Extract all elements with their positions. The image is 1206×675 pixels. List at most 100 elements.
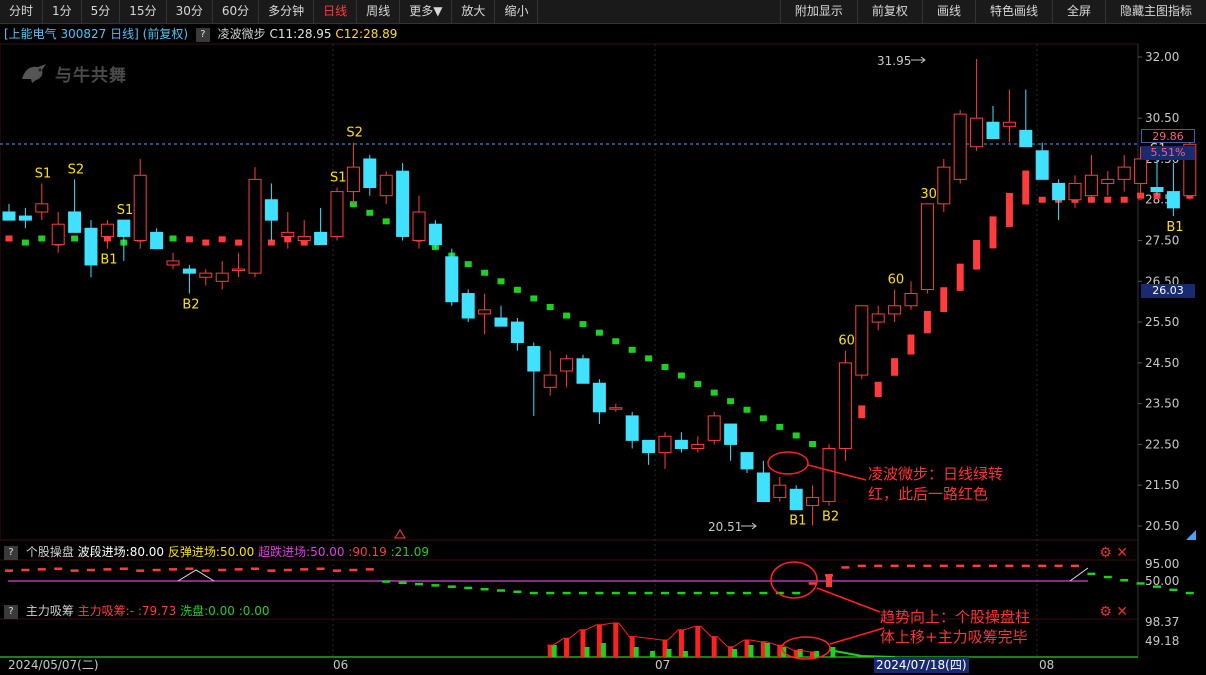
- wash-bar: [764, 643, 770, 657]
- trend-dot: [595, 329, 603, 336]
- trend-dot: [382, 218, 390, 225]
- accumulation-bar: [613, 623, 619, 657]
- wash-bar: [682, 651, 688, 657]
- operation-axis-label: 50.00: [1145, 574, 1179, 588]
- operation-panel-controls: ⚙ ✕: [1099, 546, 1128, 560]
- close-icon[interactable]: ✕: [1116, 604, 1128, 620]
- candle-body: [543, 374, 557, 388]
- candle-body: [953, 113, 967, 180]
- candle-body: [264, 199, 278, 221]
- candle-body: [756, 472, 770, 503]
- trend-dot: [874, 381, 882, 397]
- candle-body: [625, 415, 639, 441]
- signal-label: S1: [117, 203, 134, 218]
- candle-body: [1150, 187, 1164, 193]
- peak-arrow-icon: [911, 56, 926, 64]
- candle-body: [445, 256, 459, 303]
- accumulation-panel-name: 主力吸筹: [25, 604, 74, 618]
- trend-dot: [809, 441, 817, 448]
- operation-item-value2: :21.09: [390, 545, 430, 559]
- trend-dot: [907, 334, 915, 355]
- candle-body: [970, 117, 984, 148]
- operation-bar: [743, 591, 751, 595]
- trend-dot: [612, 338, 620, 345]
- trend-dot: [694, 381, 702, 388]
- trend-dot: [973, 239, 981, 270]
- operation-bar: [251, 567, 259, 570]
- trend-dot: [710, 389, 718, 396]
- peak-price-label: 31.95: [877, 54, 911, 68]
- signal-label: B1: [1166, 220, 1183, 235]
- operation-bar: [890, 564, 899, 568]
- signal-label: B2: [182, 298, 199, 313]
- trend-dot: [940, 287, 948, 313]
- candle-body: [297, 235, 311, 242]
- operation-item-value1: :90.19: [348, 545, 387, 559]
- operation-bar: [546, 591, 555, 595]
- operation-bar: [87, 568, 95, 572]
- signal-label: S1: [35, 166, 52, 181]
- candle-body: [346, 166, 360, 193]
- trend-dot: [956, 263, 964, 291]
- candle-body: [773, 484, 787, 498]
- operation-bar: [398, 581, 407, 585]
- trend-dot: [530, 295, 538, 302]
- gear-icon[interactable]: ⚙: [1099, 545, 1112, 561]
- wash-bar: [584, 647, 590, 657]
- candle-body: [478, 309, 492, 315]
- operation-bar: [316, 567, 325, 570]
- operation-bar: [923, 564, 932, 568]
- operation-bar: [365, 568, 374, 571]
- operation-bar: [529, 591, 538, 595]
- trend-dot: [235, 239, 243, 246]
- operation-bar: [333, 569, 341, 572]
- operation-bar: [70, 569, 79, 572]
- price-tick-label: 21.50: [1145, 478, 1179, 492]
- wash-bar: [732, 649, 738, 657]
- operation-bar: [480, 587, 489, 591]
- candle-body: [133, 174, 147, 242]
- candle-body: [248, 178, 262, 274]
- candle-body: [35, 203, 49, 213]
- candle-body: [592, 382, 606, 413]
- trend-dot: [563, 312, 571, 319]
- candle-body: [428, 223, 442, 246]
- candle-body: [658, 435, 672, 454]
- annotation-ellipse: [767, 451, 809, 475]
- operation-bar: [857, 564, 866, 568]
- operation-bar: [677, 591, 686, 595]
- help-icon[interactable]: ?: [4, 545, 18, 560]
- operation-bar: [497, 589, 505, 592]
- operation-bar: [136, 569, 145, 572]
- annotation-arrow: [807, 464, 867, 481]
- accumulation-item-value2: :0.00: [238, 604, 270, 618]
- operation-bar: [513, 590, 522, 594]
- operation-item-rebound: 反弹进场:50.00: [167, 545, 255, 559]
- operation-bar: [841, 566, 850, 569]
- candle-body: [871, 313, 885, 323]
- candle-body: [314, 231, 328, 246]
- trend-dot: [464, 261, 472, 268]
- operation-bar: [300, 568, 309, 571]
- candle-body: [888, 305, 902, 315]
- operation-bar: [726, 591, 735, 595]
- candle-body: [806, 496, 820, 507]
- candlestick-chart[interactable]: 32.0030.5029.5028.5027.5026.5025.5024.50…: [0, 0, 1206, 675]
- operation-bar: [1005, 564, 1014, 568]
- accumulation-item-value: :79.73: [137, 604, 177, 618]
- candle-body: [724, 423, 738, 445]
- operation-bar: [431, 584, 440, 587]
- trend-dot: [645, 355, 653, 362]
- signal-label: S1: [330, 171, 347, 186]
- gear-icon[interactable]: ⚙: [1099, 604, 1112, 620]
- annotation-note-1-line2: 红，此后一路红色: [868, 485, 989, 503]
- close-icon[interactable]: ✕: [1116, 545, 1128, 561]
- trend-dot: [202, 239, 210, 246]
- operation-bar: [972, 564, 981, 568]
- trend-dot: [579, 321, 587, 328]
- operation-bar: [234, 568, 243, 571]
- help-icon[interactable]: ?: [4, 604, 18, 619]
- trend-dot: [743, 406, 751, 413]
- operation-panel-name: 个股操盘: [25, 545, 74, 559]
- date-label-july: 07: [655, 658, 671, 672]
